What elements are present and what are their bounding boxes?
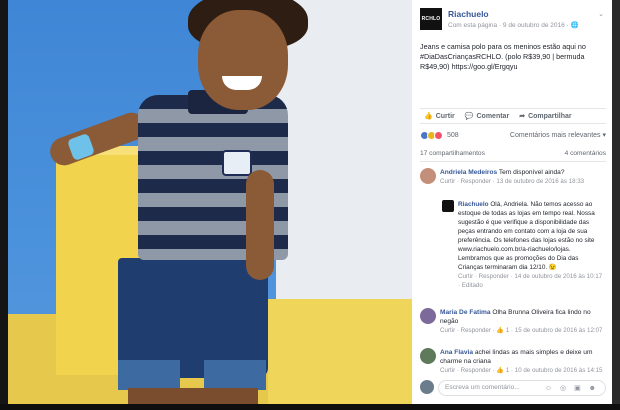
boy-arm-right: [246, 170, 274, 280]
comment-meta[interactable]: Curtir · Responder · 13 de outubro de 20…: [440, 178, 584, 185]
comment-label: Comentar: [476, 113, 510, 120]
boy-legs: [128, 388, 258, 404]
bottom-edge: [0, 404, 620, 410]
polo-patch: [222, 150, 252, 176]
user-avatar[interactable]: [420, 380, 434, 394]
love-reaction-icon[interactable]: [434, 130, 443, 140]
reply-meta[interactable]: Curtir · Responder · 14 de outubro de 20…: [458, 273, 602, 289]
comment-text: Tem disponível ainda?: [497, 169, 565, 176]
commenter-name[interactable]: Maria De Fatima: [440, 309, 491, 316]
comment-item: Andriela Medeiros Tem disponível ainda? …: [420, 168, 606, 194]
post-options-chevron-icon[interactable]: ⌄: [598, 10, 604, 18]
comment-meta[interactable]: Curtir · Responder · 👍 1 · 15 de outubro…: [440, 327, 603, 334]
post-header: RCHLO Riachuelo Com esta página · 9 de o…: [420, 8, 606, 36]
like-button[interactable]: 👍 Curtir: [424, 112, 455, 120]
globe-icon: 🌐: [570, 22, 579, 29]
comment-body: Maria De Fatima Olha Brunna Oliveira fic…: [440, 308, 606, 335]
share-label: Compartilhar: [528, 113, 572, 120]
reactions-row: 508 Comentários mais relevantes ▾: [420, 128, 606, 142]
comment-tool-icons[interactable]: ☺ ◎ ▣ ☻: [545, 384, 599, 392]
share-count-bar: 17 compartilhamentos 4 comentários: [420, 150, 606, 162]
avatar[interactable]: [420, 348, 436, 364]
screenshot-frame: RCHLO Riachuelo Com esta página · 9 de o…: [0, 0, 620, 410]
page-logo[interactable]: RCHLO: [420, 8, 442, 30]
reply-body: Riachuelo Olá, Andriela. Não temos acess…: [458, 200, 604, 290]
shorts-cuff-left: [118, 360, 180, 390]
post-action-bar: 👍 Curtir 💬 Comentar ➦ Compartilhar: [420, 108, 606, 124]
share-button[interactable]: ➦ Compartilhar: [519, 112, 571, 120]
post-panel: RCHLO Riachuelo Com esta página · 9 de o…: [412, 0, 612, 404]
commenter-name[interactable]: Riachuelo: [458, 201, 489, 208]
scrollbar[interactable]: [612, 0, 620, 404]
like-label: Curtir: [435, 113, 455, 120]
comment-item: Ana Flavia achei lindas as mais simples …: [420, 348, 606, 376]
post-photo[interactable]: [8, 0, 412, 404]
comment-item: Maria De Fatima Olha Brunna Oliveira fic…: [420, 308, 606, 338]
shares-count[interactable]: 17 compartilhamentos: [420, 150, 485, 161]
comment-sort-dropdown[interactable]: Comentários mais relevantes ▾: [510, 131, 606, 139]
reaction-count[interactable]: 508: [447, 132, 459, 139]
comment-meta[interactable]: Curtir · Responder · 👍 1 · 10 de outubro…: [440, 367, 603, 374]
reply-text: Olá, Andriela. Não temos acesso ao estoq…: [458, 201, 595, 271]
page-avatar[interactable]: [442, 200, 454, 212]
page-name-link[interactable]: Riachuelo: [448, 9, 489, 19]
share-arrow-icon: ➦: [519, 113, 526, 120]
boy-figure: [46, 0, 308, 404]
post-text: Jeans e camisa polo para os meninos estã…: [420, 42, 586, 71]
commenter-name[interactable]: Andriela Medeiros: [440, 169, 497, 176]
comments-count[interactable]: 4 comentários: [565, 150, 606, 161]
write-comment-area: Escreva um comentário... ☺ ◎ ▣ ☻: [420, 380, 606, 396]
comment-body: Andriela Medeiros Tem disponível ainda? …: [440, 168, 606, 186]
speech-bubble-icon: 💬: [464, 113, 474, 120]
comment-placeholder: Escreva um comentário...: [445, 384, 520, 391]
thumbs-up-icon: 👍: [424, 113, 433, 120]
comment-body: Ana Flavia achei lindas as mais simples …: [440, 348, 606, 375]
post-sub-text: Com esta página · 9 de outubro de 2016 ·: [448, 22, 571, 29]
post-timestamp: Com esta página · 9 de outubro de 2016 ·…: [448, 21, 579, 29]
avatar[interactable]: [420, 308, 436, 324]
commenter-name[interactable]: Ana Flavia: [440, 349, 473, 356]
comment-input[interactable]: Escreva um comentário... ☺ ◎ ▣ ☻: [438, 380, 606, 396]
reply-item: Riachuelo Olá, Andriela. Não temos acess…: [442, 200, 602, 300]
comment-button[interactable]: 💬 Comentar: [465, 112, 509, 120]
avatar[interactable]: [420, 168, 436, 184]
shorts-cuff-right: [204, 360, 266, 390]
boy-face: [198, 10, 288, 110]
